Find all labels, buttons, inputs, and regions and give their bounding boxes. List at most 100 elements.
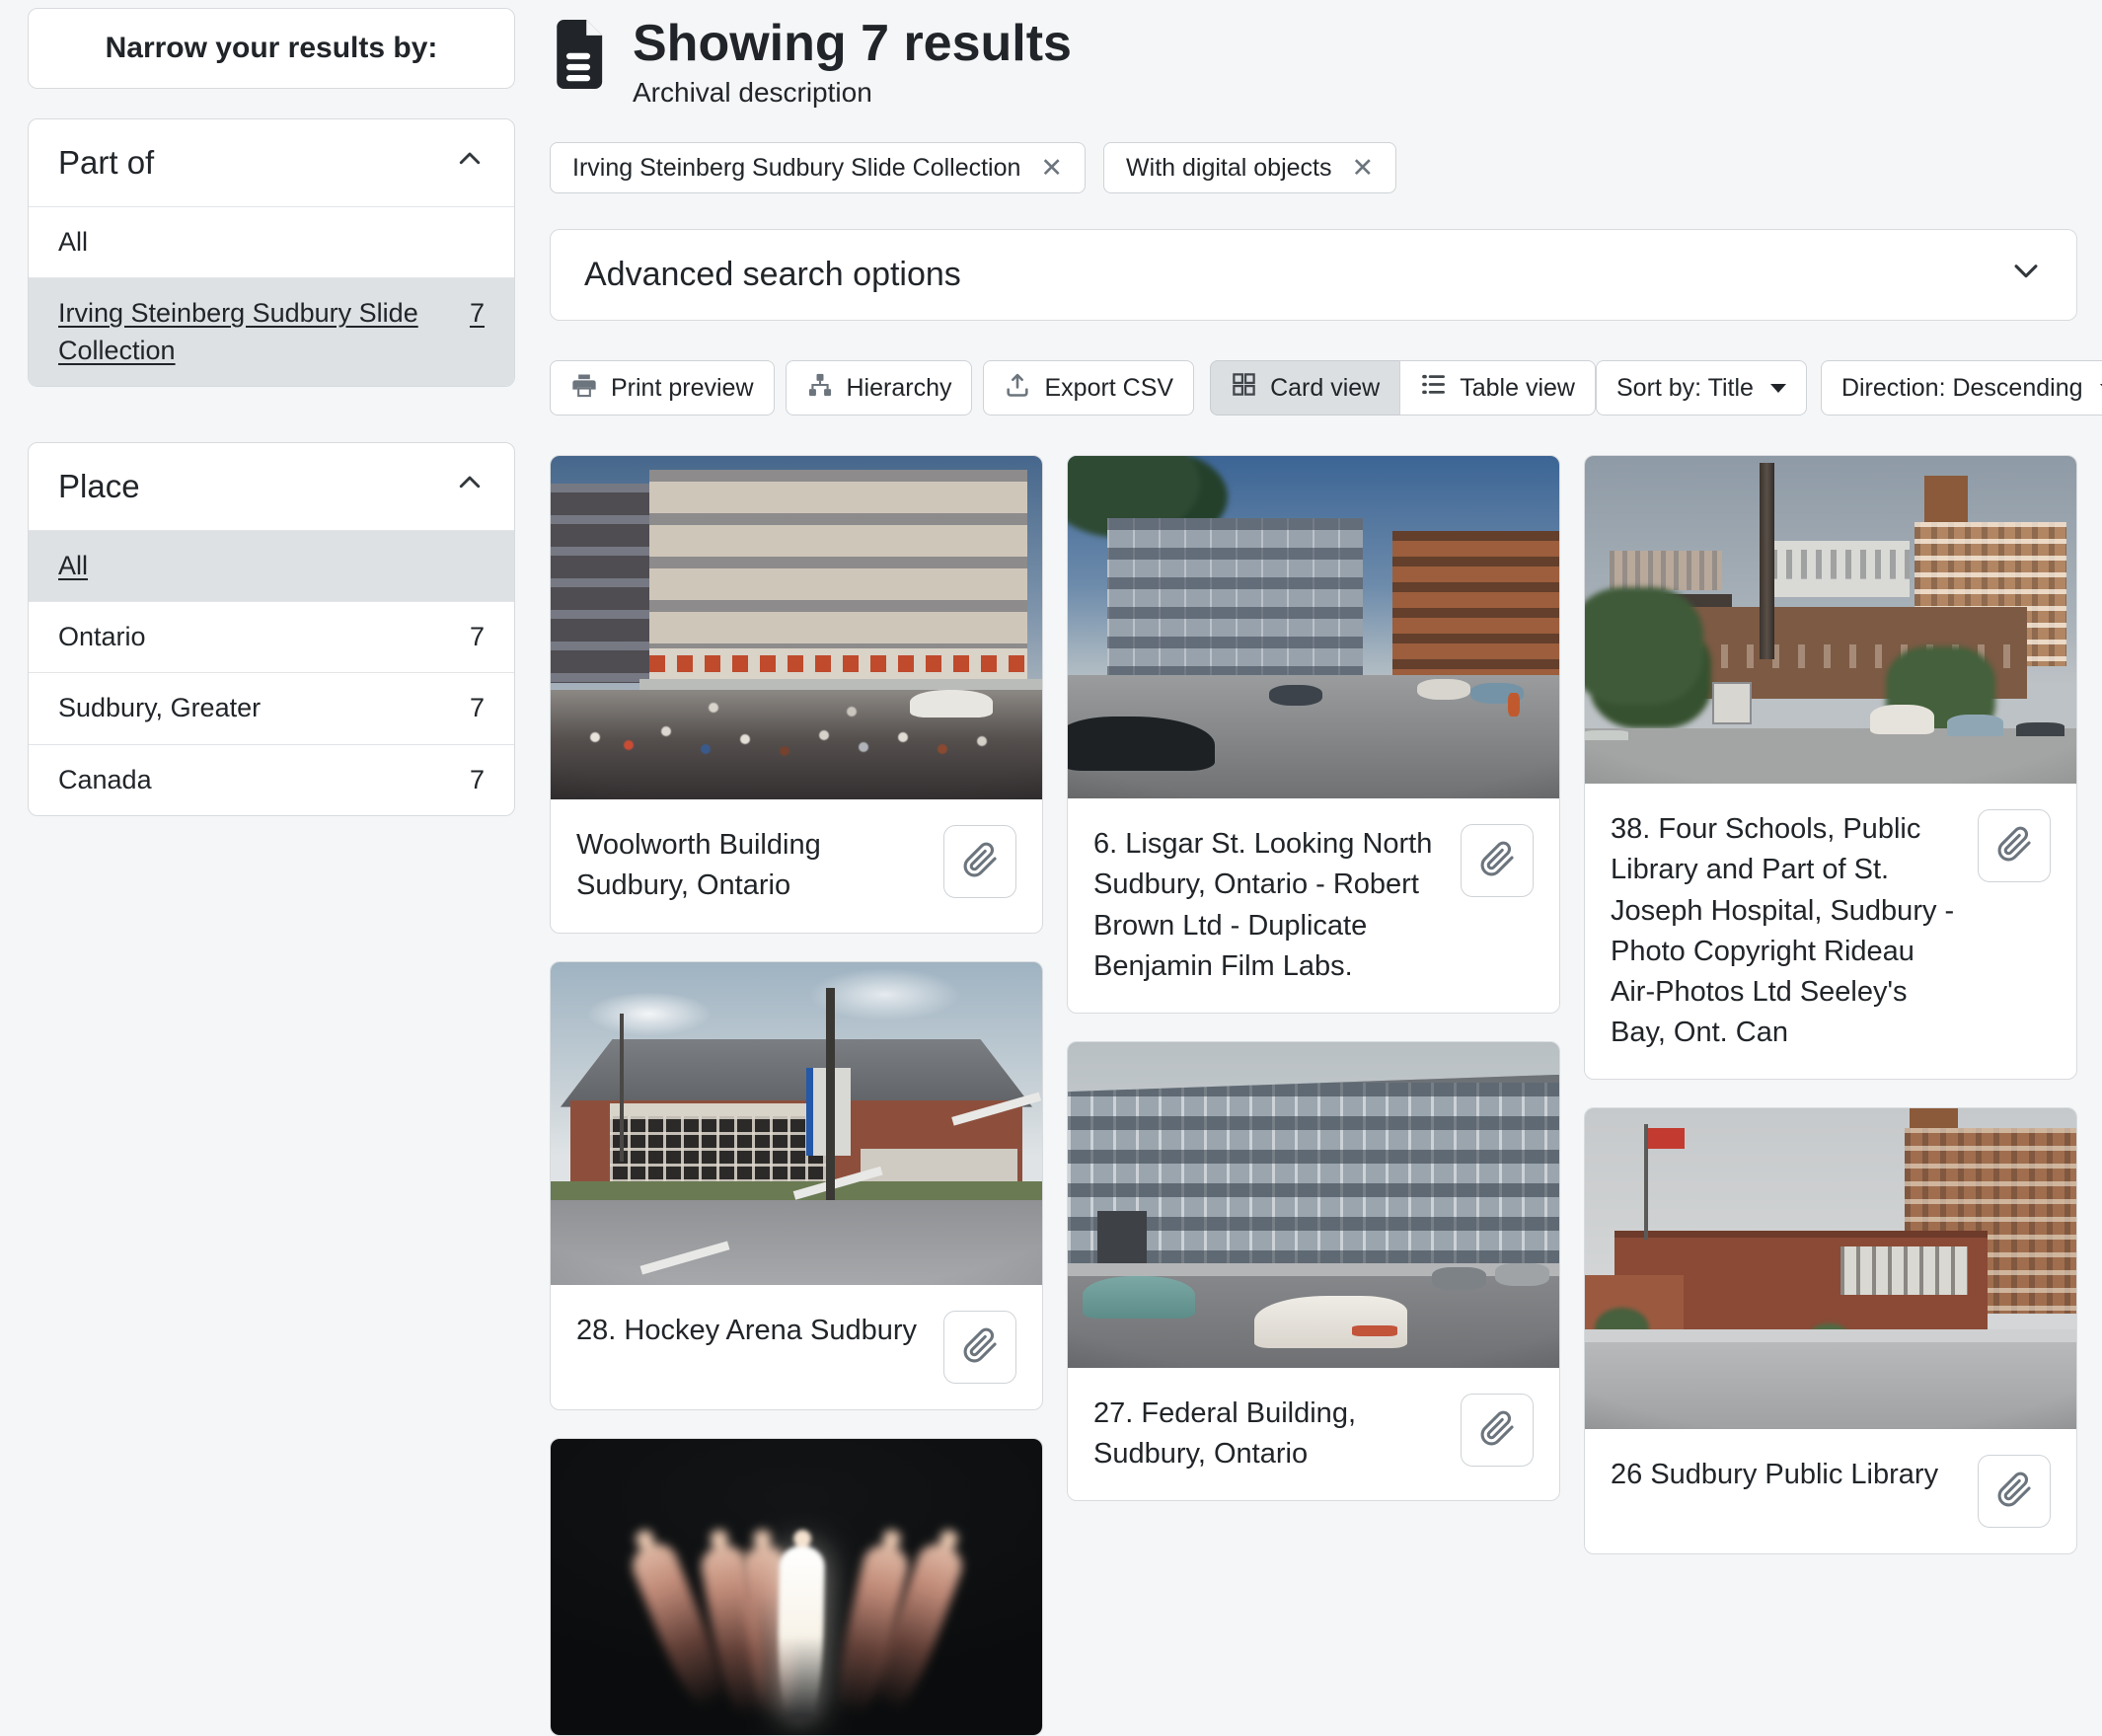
facet-part-of-title: Part of [58, 144, 154, 182]
facet-item-sudbury-greater[interactable]: Sudbury, Greater 7 [29, 672, 514, 743]
paperclip-icon [1479, 1410, 1516, 1450]
result-thumbnail[interactable] [551, 456, 1042, 799]
page: Narrow your results by: Part of All Irvi… [0, 0, 2102, 1736]
facet-part-of-list: All Irving Steinberg Sudbury Slide Colle… [29, 206, 514, 386]
result-title[interactable]: 6. Lisgar St. Looking North Sudbury, Ont… [1093, 824, 1443, 987]
card-view-label: Card view [1270, 374, 1380, 403]
facet-item-label: Sudbury, Greater [58, 690, 261, 726]
hierarchy-icon [806, 371, 834, 406]
result-card-body: 26 Sudbury Public Library [1585, 1429, 2076, 1553]
result-card: 28. Hockey Arena Sudbury [550, 961, 1043, 1410]
results-grid: Woolworth Building Sudbury, Ontario [550, 455, 2077, 1735]
digital-object-button[interactable] [1978, 1455, 2051, 1528]
result-card: 6. Lisgar St. Looking North Sudbury, Ont… [1067, 455, 1560, 1014]
toolbar-actions: Print preview Hierarchy [550, 360, 1194, 415]
result-card [550, 1438, 1043, 1736]
facet-item-label: Irving Steinberg Sudbury Slide Collectio… [58, 295, 450, 369]
paperclip-icon [962, 842, 999, 881]
results-toolbar: Print preview Hierarchy [550, 360, 2077, 415]
facet-item-collection[interactable]: Irving Steinberg Sudbury Slide Collectio… [29, 277, 514, 386]
result-card: Woolworth Building Sudbury, Ontario [550, 455, 1043, 933]
result-thumbnail[interactable] [1585, 456, 2076, 784]
close-icon[interactable]: ✕ [1040, 155, 1063, 182]
print-preview-button[interactable]: Print preview [550, 360, 775, 415]
grid-column: Woolworth Building Sudbury, Ontario [550, 455, 1043, 1735]
printer-icon [570, 371, 598, 406]
result-card: 26 Sudbury Public Library [1584, 1107, 2077, 1554]
digital-object-button[interactable] [1461, 824, 1534, 897]
facet-place-list: All Ontario 7 Sudbury, Greater 7 Canada … [29, 530, 514, 815]
result-card: 38. Four Schools, Public Library and Par… [1584, 455, 2077, 1080]
filter-tag-collection: Irving Steinberg Sudbury Slide Collectio… [550, 142, 1086, 193]
facet-part-of-header[interactable]: Part of [29, 119, 514, 206]
results-header-text: Showing 7 results Archival description [633, 16, 1072, 109]
result-card-body: 6. Lisgar St. Looking North Sudbury, Ont… [1068, 798, 1559, 1013]
result-title[interactable]: Woolworth Building Sudbury, Ontario [576, 825, 926, 906]
sort-by-dropdown[interactable]: Sort by: Title [1596, 360, 1807, 415]
export-csv-label: Export CSV [1044, 374, 1173, 403]
upload-icon [1004, 371, 1031, 406]
table-view-button[interactable]: Table view [1399, 360, 1596, 415]
advanced-search-toggle[interactable]: Advanced search options [550, 229, 2077, 321]
card-view-button[interactable]: Card view [1210, 360, 1400, 415]
sort-by-label: Sort by: Title [1616, 374, 1754, 403]
paperclip-icon [962, 1327, 999, 1367]
chevron-up-icon [455, 468, 485, 505]
result-thumbnail[interactable] [551, 1439, 1042, 1735]
sort-controls: Sort by: Title Direction: Descending [1596, 360, 2102, 415]
facet-item-count: 7 [470, 762, 485, 798]
result-title[interactable]: 28. Hockey Arena Sudbury [576, 1311, 917, 1351]
print-preview-label: Print preview [611, 374, 754, 403]
facet-item-count: 7 [470, 619, 485, 655]
grid-icon [1231, 371, 1257, 405]
chevron-down-icon [2009, 254, 2043, 296]
paperclip-icon [1996, 1472, 2033, 1511]
result-card: 27. Federal Building, Sudbury, Ontario [1067, 1041, 1560, 1501]
grid-column: 6. Lisgar St. Looking North Sudbury, Ont… [1067, 455, 1560, 1501]
facet-place: Place All Ontario 7 Sudbury, Greater 7 [28, 442, 515, 816]
result-title[interactable]: 26 Sudbury Public Library [1611, 1455, 1938, 1495]
filter-tag-label: Irving Steinberg Sudbury Slide Collectio… [572, 154, 1020, 183]
result-thumbnail[interactable] [551, 962, 1042, 1285]
digital-object-button[interactable] [1461, 1394, 1534, 1467]
result-card-body: 27. Federal Building, Sudbury, Ontario [1068, 1368, 1559, 1500]
facet-item-all[interactable]: All [29, 530, 514, 601]
digital-object-button[interactable] [943, 825, 1016, 898]
facet-part-of: Part of All Irving Steinberg Sudbury Sli… [28, 118, 515, 387]
paperclip-icon [1996, 826, 2033, 866]
hierarchy-button[interactable]: Hierarchy [786, 360, 973, 415]
close-icon[interactable]: ✕ [1351, 155, 1374, 182]
filter-tag-digital-objects: With digital objects ✕ [1103, 142, 1396, 193]
filters-sidebar: Narrow your results by: Part of All Irvi… [28, 8, 515, 1736]
result-card-body: 38. Four Schools, Public Library and Par… [1585, 784, 2076, 1079]
facet-item-ontario[interactable]: Ontario 7 [29, 601, 514, 672]
advanced-search-label: Advanced search options [584, 256, 961, 294]
export-csv-button[interactable]: Export CSV [983, 360, 1194, 415]
result-title[interactable]: 27. Federal Building, Sudbury, Ontario [1093, 1394, 1443, 1474]
view-switcher: Card view Table view [1210, 360, 1596, 415]
digital-object-button[interactable] [943, 1311, 1016, 1384]
filter-tags: Irving Steinberg Sudbury Slide Collectio… [550, 142, 2077, 193]
facet-item-label: All [58, 224, 88, 261]
paperclip-icon [1479, 841, 1516, 880]
facet-item-label: Canada [58, 762, 152, 798]
direction-label: Direction: Descending [1841, 374, 2083, 403]
facet-place-title: Place [58, 468, 140, 505]
hierarchy-label: Hierarchy [847, 374, 952, 403]
result-thumbnail[interactable] [1585, 1108, 2076, 1429]
direction-dropdown[interactable]: Direction: Descending [1821, 360, 2102, 415]
results-main: Showing 7 results Archival description I… [550, 8, 2077, 1736]
digital-object-button[interactable] [1978, 809, 2051, 882]
facet-item-canada[interactable]: Canada 7 [29, 744, 514, 815]
narrow-results-heading: Narrow your results by: [28, 8, 515, 89]
facet-item-count: 7 [470, 690, 485, 726]
result-title[interactable]: 38. Four Schools, Public Library and Par… [1611, 809, 1960, 1053]
page-subtitle: Archival description [633, 77, 1072, 109]
facet-place-header[interactable]: Place [29, 443, 514, 530]
facet-item-all[interactable]: All [29, 206, 514, 277]
facet-item-label: All [58, 548, 88, 584]
result-thumbnail[interactable] [1068, 1042, 1559, 1368]
grid-column: 38. Four Schools, Public Library and Par… [1584, 455, 2077, 1554]
result-thumbnail[interactable] [1068, 456, 1559, 798]
table-view-label: Table view [1460, 374, 1575, 403]
